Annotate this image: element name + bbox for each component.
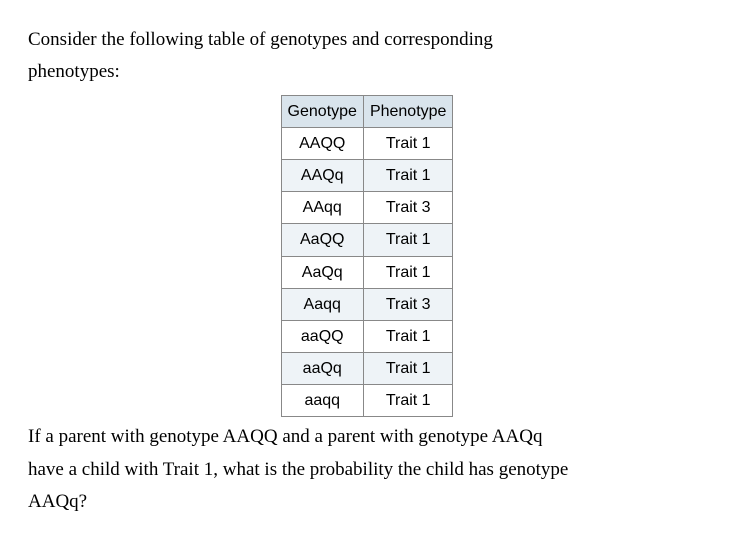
cell-genotype: AAQq [281, 159, 363, 191]
question-line-3: AAQq? [28, 491, 87, 512]
cell-phenotype: Trait 1 [363, 224, 453, 256]
table-body: AAQQ Trait 1 AAQq Trait 1 AAqq Trait 3 A… [281, 127, 453, 417]
question-text: If a parent with genotype AAQQ and a par… [28, 421, 706, 518]
table-row: aaqq Trait 1 [281, 385, 453, 417]
cell-phenotype: Trait 1 [363, 127, 453, 159]
cell-phenotype: Trait 3 [363, 288, 453, 320]
cell-phenotype: Trait 1 [363, 159, 453, 191]
table-header-row: Genotype Phenotype [281, 95, 453, 127]
header-genotype: Genotype [281, 95, 363, 127]
cell-genotype: AaQq [281, 256, 363, 288]
header-phenotype: Phenotype [363, 95, 453, 127]
cell-genotype: AAQQ [281, 127, 363, 159]
cell-phenotype: Trait 3 [363, 192, 453, 224]
table-row: AAQq Trait 1 [281, 159, 453, 191]
intro-line-2: phenotypes: [28, 61, 120, 82]
cell-genotype: AaQQ [281, 224, 363, 256]
table-row: AaQQ Trait 1 [281, 224, 453, 256]
cell-phenotype: Trait 1 [363, 353, 453, 385]
cell-genotype: aaqq [281, 385, 363, 417]
question-line-2: have a child with Trait 1, what is the p… [28, 459, 568, 480]
cell-genotype: aaQq [281, 353, 363, 385]
cell-genotype: aaQQ [281, 320, 363, 352]
cell-genotype: Aaqq [281, 288, 363, 320]
intro-text: Consider the following table of genotype… [28, 24, 706, 89]
cell-genotype: AAqq [281, 192, 363, 224]
table-row: AaQq Trait 1 [281, 256, 453, 288]
table-container: Genotype Phenotype AAQQ Trait 1 AAQq Tra… [28, 95, 706, 418]
table-row: Aaqq Trait 3 [281, 288, 453, 320]
cell-phenotype: Trait 1 [363, 320, 453, 352]
cell-phenotype: Trait 1 [363, 385, 453, 417]
question-line-1: If a parent with genotype AAQQ and a par… [28, 426, 542, 447]
genotype-phenotype-table: Genotype Phenotype AAQQ Trait 1 AAQq Tra… [281, 95, 454, 418]
table-row: aaQq Trait 1 [281, 353, 453, 385]
table-row: AAqq Trait 3 [281, 192, 453, 224]
table-row: AAQQ Trait 1 [281, 127, 453, 159]
intro-line-1: Consider the following table of genotype… [28, 29, 493, 50]
cell-phenotype: Trait 1 [363, 256, 453, 288]
table-row: aaQQ Trait 1 [281, 320, 453, 352]
